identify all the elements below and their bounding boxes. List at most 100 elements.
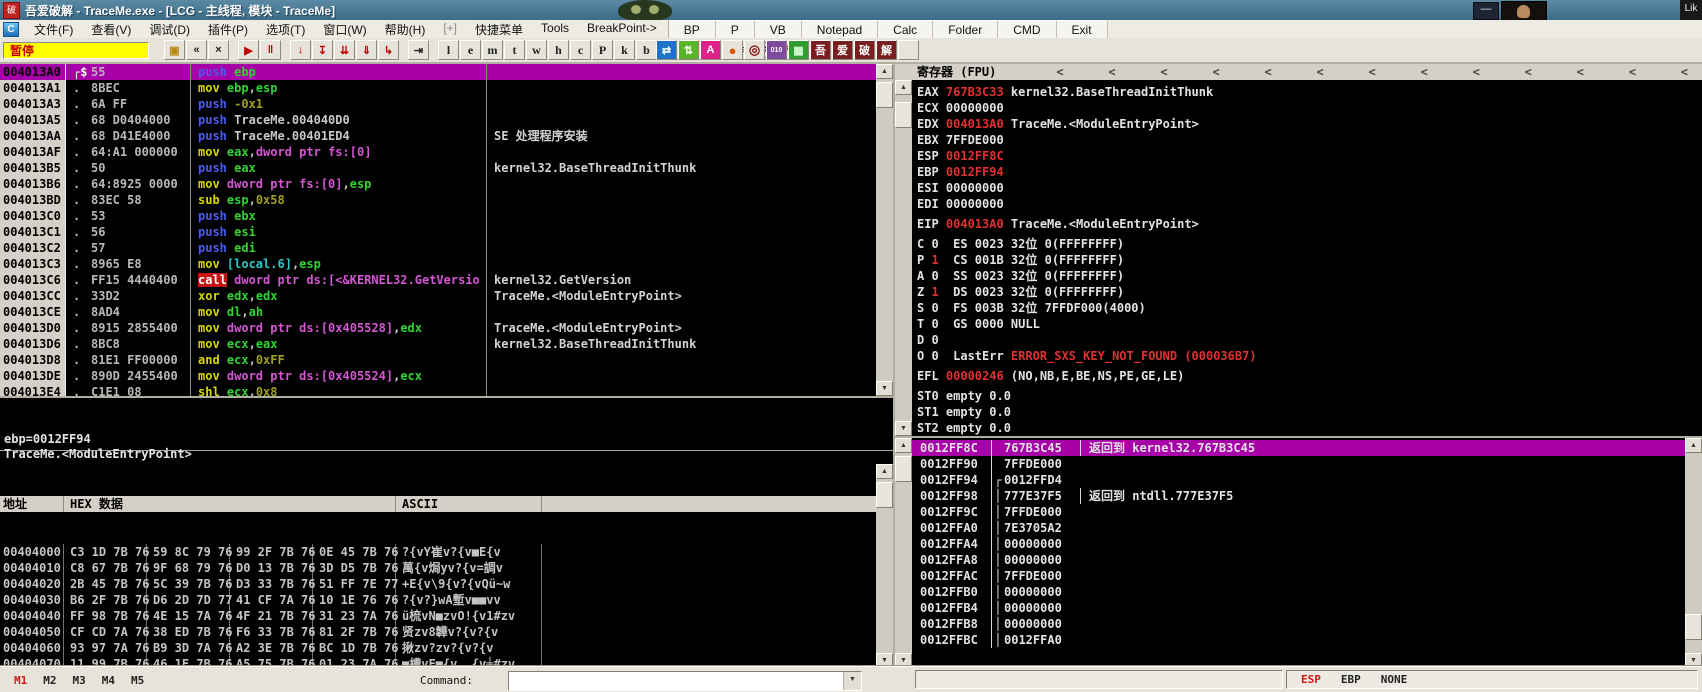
disassembly-scrollbar[interactable]: ▲ ▼	[876, 64, 893, 396]
register-line[interactable]: EBP 0012FF94	[895, 164, 1702, 180]
disasm-row[interactable]: 004013DE. 890D 2455400 mov dword ptr ds:[0…	[0, 368, 876, 384]
menu-item-6[interactable]: 窗口(W)	[314, 19, 375, 40]
stack-row[interactable]: 0012FF94 ┌ 0012FFD4	[912, 472, 1702, 488]
disasm-row[interactable]: 004013C3. 8965 E8 mov [local.6],esp	[0, 256, 876, 272]
disasm-row[interactable]: 004013AF. 64:A1 000000 mov eax,dword ptr f…	[0, 144, 876, 160]
plugin-button-exit[interactable]: Exit	[1056, 20, 1108, 38]
stack-pane[interactable]: ▲ ▼ 0012FF8C 767B3C45 返回到 kernel32.767B3C45…	[895, 436, 1702, 668]
stack-row[interactable]: 0012FFA4 │ 00000000	[912, 536, 1702, 552]
disasm-row[interactable]: 004013BD. 83EC 58 sub esp,0x58	[0, 192, 876, 208]
disasm-row[interactable]: 004013C6. FF15 4440400 call dword ptr ds:[…	[0, 272, 876, 288]
menu-item-1[interactable]: 文件(F)	[25, 19, 82, 40]
minimize-button[interactable]: —	[1473, 2, 1499, 20]
disasm-row[interactable]: 004013B5. 50 push eax kernel32.BaseThreadIn…	[0, 160, 876, 176]
plugin-button-bp[interactable]: BP	[668, 20, 716, 38]
stack-row[interactable]: 0012FF98 │ 777E37F5 返回到 ntdll.777E37F5	[912, 488, 1702, 504]
register-line[interactable]: ST2 empty 0.0	[895, 420, 1702, 436]
dump-row[interactable]: 00404060 93 97 7A 76 B9 3D 7A 76 A2 3E 7B 7…	[0, 640, 876, 656]
disasm-row[interactable]: 004013C2. 57 push edi	[0, 240, 876, 256]
scroll-thumb[interactable]	[895, 456, 912, 482]
scroll-thumb[interactable]	[876, 482, 893, 508]
memory-tab-m1[interactable]: M1	[6, 674, 35, 687]
register-line[interactable]: ECX 00000000	[895, 100, 1702, 116]
memory-tab-m4[interactable]: M4	[94, 674, 123, 687]
log-window-button[interactable]: l	[438, 40, 459, 60]
register-line[interactable]: EBX 7FFDE000	[895, 132, 1702, 148]
register-line[interactable]: P 1 CS 001B 32位 0(FFFFFFFF)	[895, 252, 1702, 268]
register-line[interactable]: EDX 004013A0 TraceMe.<ModuleEntryPoint>	[895, 116, 1702, 132]
register-line[interactable]: T 0 GS 0000 NULL	[895, 316, 1702, 332]
run-to-selection-icon[interactable]: ↳	[378, 40, 399, 60]
scroll-up-icon[interactable]: ▲	[895, 438, 912, 453]
register-line[interactable]: ESI 00000000	[895, 180, 1702, 196]
executables-window-button[interactable]: e	[460, 40, 481, 60]
scroll-down-icon[interactable]: ▼	[895, 421, 912, 436]
disasm-row[interactable]: 004013A0 ┌$ 55 push ebp	[0, 64, 876, 80]
command-input[interactable]	[509, 672, 843, 690]
command-dropdown-icon[interactable]: ▼	[843, 672, 861, 690]
menu-item-2[interactable]: 查看(V)	[82, 19, 140, 40]
disasm-row[interactable]: 004013CC. 33D2 xor edx,edx TraceMe.<ModuleE…	[0, 288, 876, 304]
target-icon[interactable]: ◎	[744, 40, 765, 60]
memory-tab-m2[interactable]: M2	[35, 674, 64, 687]
stack-row[interactable]: 0012FF90 7FFDE000	[912, 456, 1702, 472]
stack-row[interactable]: 0012FFAC │ 7FFDE000	[912, 568, 1702, 584]
stack-row[interactable]: 0012FFBC │ 0012FFA0	[912, 632, 1702, 648]
registers-scrollbar[interactable]: ▲ ▼	[895, 80, 912, 436]
lcg-wu-icon[interactable]: 吾	[810, 40, 831, 60]
dump-row[interactable]: 00404000 C3 1D 7B 76 59 8C 79 76 99 2F 7B 7…	[0, 544, 876, 560]
registers-pane[interactable]: 寄存器 (FPU) < < < < < < < < < < < < < ▲ ▼ EAX 767B3C33 …	[895, 64, 1702, 436]
dump-row[interactable]: 00404040 FF 98 7B 76 4E 15 7A 76 4F 21 7B 7…	[0, 608, 876, 624]
dump-row[interactable]: 00404050 CF CD 7A 76 38 ED 7B 76 F6 33 7B 7…	[0, 624, 876, 640]
scroll-thumb[interactable]	[1685, 614, 1702, 640]
register-line[interactable]: S 0 FS 003B 32位 7FFDF000(4000)	[895, 300, 1702, 316]
disasm-row[interactable]: 004013C1. 56 push esi	[0, 224, 876, 240]
menu-item-11[interactable]: BreakPoint->	[578, 19, 666, 40]
breakpoints-window-button[interactable]: b	[636, 40, 657, 60]
lcg-jie-icon[interactable]: 解	[876, 40, 897, 60]
blank-button[interactable]	[898, 40, 919, 60]
plugin-button-cmd[interactable]: CMD	[998, 20, 1057, 38]
close-icon[interactable]: ×	[208, 40, 229, 60]
register-line[interactable]: EIP 004013A0 TraceMe.<ModuleEntryPoint>	[895, 216, 1702, 232]
patches-window-button[interactable]: P	[592, 40, 613, 60]
disasm-row[interactable]: 004013CE. 8AD4 mov dl,ah	[0, 304, 876, 320]
grid-icon[interactable]: ▦	[788, 40, 809, 60]
animate-into-icon[interactable]: ⇊	[334, 40, 355, 60]
scroll-up-icon[interactable]: ▲	[1685, 438, 1702, 453]
stack-row[interactable]: 0012FFB8 │ 00000000	[912, 616, 1702, 632]
restart-icon[interactable]: «	[186, 40, 207, 60]
disasm-row[interactable]: 004013D0. 8915 2855400 mov dword ptr ds:[0…	[0, 320, 876, 336]
threads-window-button[interactable]: t	[504, 40, 525, 60]
dump-row[interactable]: 00404010 C8 67 7B 76 9F 68 79 76 D0 13 7B 7…	[0, 560, 876, 576]
menu-item-4[interactable]: 插件(P)	[199, 19, 257, 40]
lcg-po-icon[interactable]: 破	[854, 40, 875, 60]
plugin-button-notepad[interactable]: Notepad	[801, 20, 879, 38]
register-line[interactable]: EFL 00000246 (NO,NB,E,BE,NS,PE,GE,LE)	[895, 368, 1702, 384]
scroll-up-icon[interactable]: ▲	[895, 80, 912, 95]
stack-scrollbar-right[interactable]: ▲ ▼	[1685, 438, 1702, 668]
execute-till-return-icon[interactable]: ⇥	[408, 40, 429, 60]
menu-item-7[interactable]: 帮助(H)	[376, 19, 435, 40]
dump-row[interactable]: 00404030 B6 2F 7B 76 D6 2D 7D 77 41 CF 7A 7…	[0, 592, 876, 608]
stack-row[interactable]: 0012FFB4 │ 00000000	[912, 600, 1702, 616]
stack-row[interactable]: 0012FF8C 767B3C45 返回到 kernel32.767B3C45	[912, 440, 1702, 456]
cpu-window-button[interactable]: c	[570, 40, 591, 60]
menu-item-9[interactable]: 快捷菜单	[466, 19, 532, 40]
disasm-row[interactable]: 004013AA. 68 D41E4000 push TraceMe.00401ED…	[0, 128, 876, 144]
register-line[interactable]: EDI 00000000	[895, 196, 1702, 212]
menu-item-3[interactable]: 调试(D)	[140, 19, 199, 40]
disasm-row[interactable]: 004013E4. C1E1 08 shl ecx,0x8	[0, 384, 876, 396]
assemble-icon[interactable]: A	[700, 40, 721, 60]
step-over-icon[interactable]: ↧	[312, 40, 333, 60]
register-line[interactable]: O 0 LastErr ERROR_SXS_KEY_NOT_FOUND (000…	[895, 348, 1702, 364]
menu-item-8[interactable]: [+]	[434, 19, 466, 40]
memory-window-button[interactable]: m	[482, 40, 503, 60]
scroll-down-icon[interactable]: ▼	[876, 381, 893, 396]
register-line[interactable]: D 0	[895, 332, 1702, 348]
run-icon[interactable]: ▶	[238, 40, 259, 60]
stack-row[interactable]: 0012FF9C │ 7FFDE000	[912, 504, 1702, 520]
binary-icon[interactable]: 010	[766, 40, 787, 60]
windows-window-button[interactable]: w	[526, 40, 547, 60]
register-line[interactable]: EAX 767B3C33 kernel32.BaseThreadInitThun…	[895, 84, 1702, 100]
